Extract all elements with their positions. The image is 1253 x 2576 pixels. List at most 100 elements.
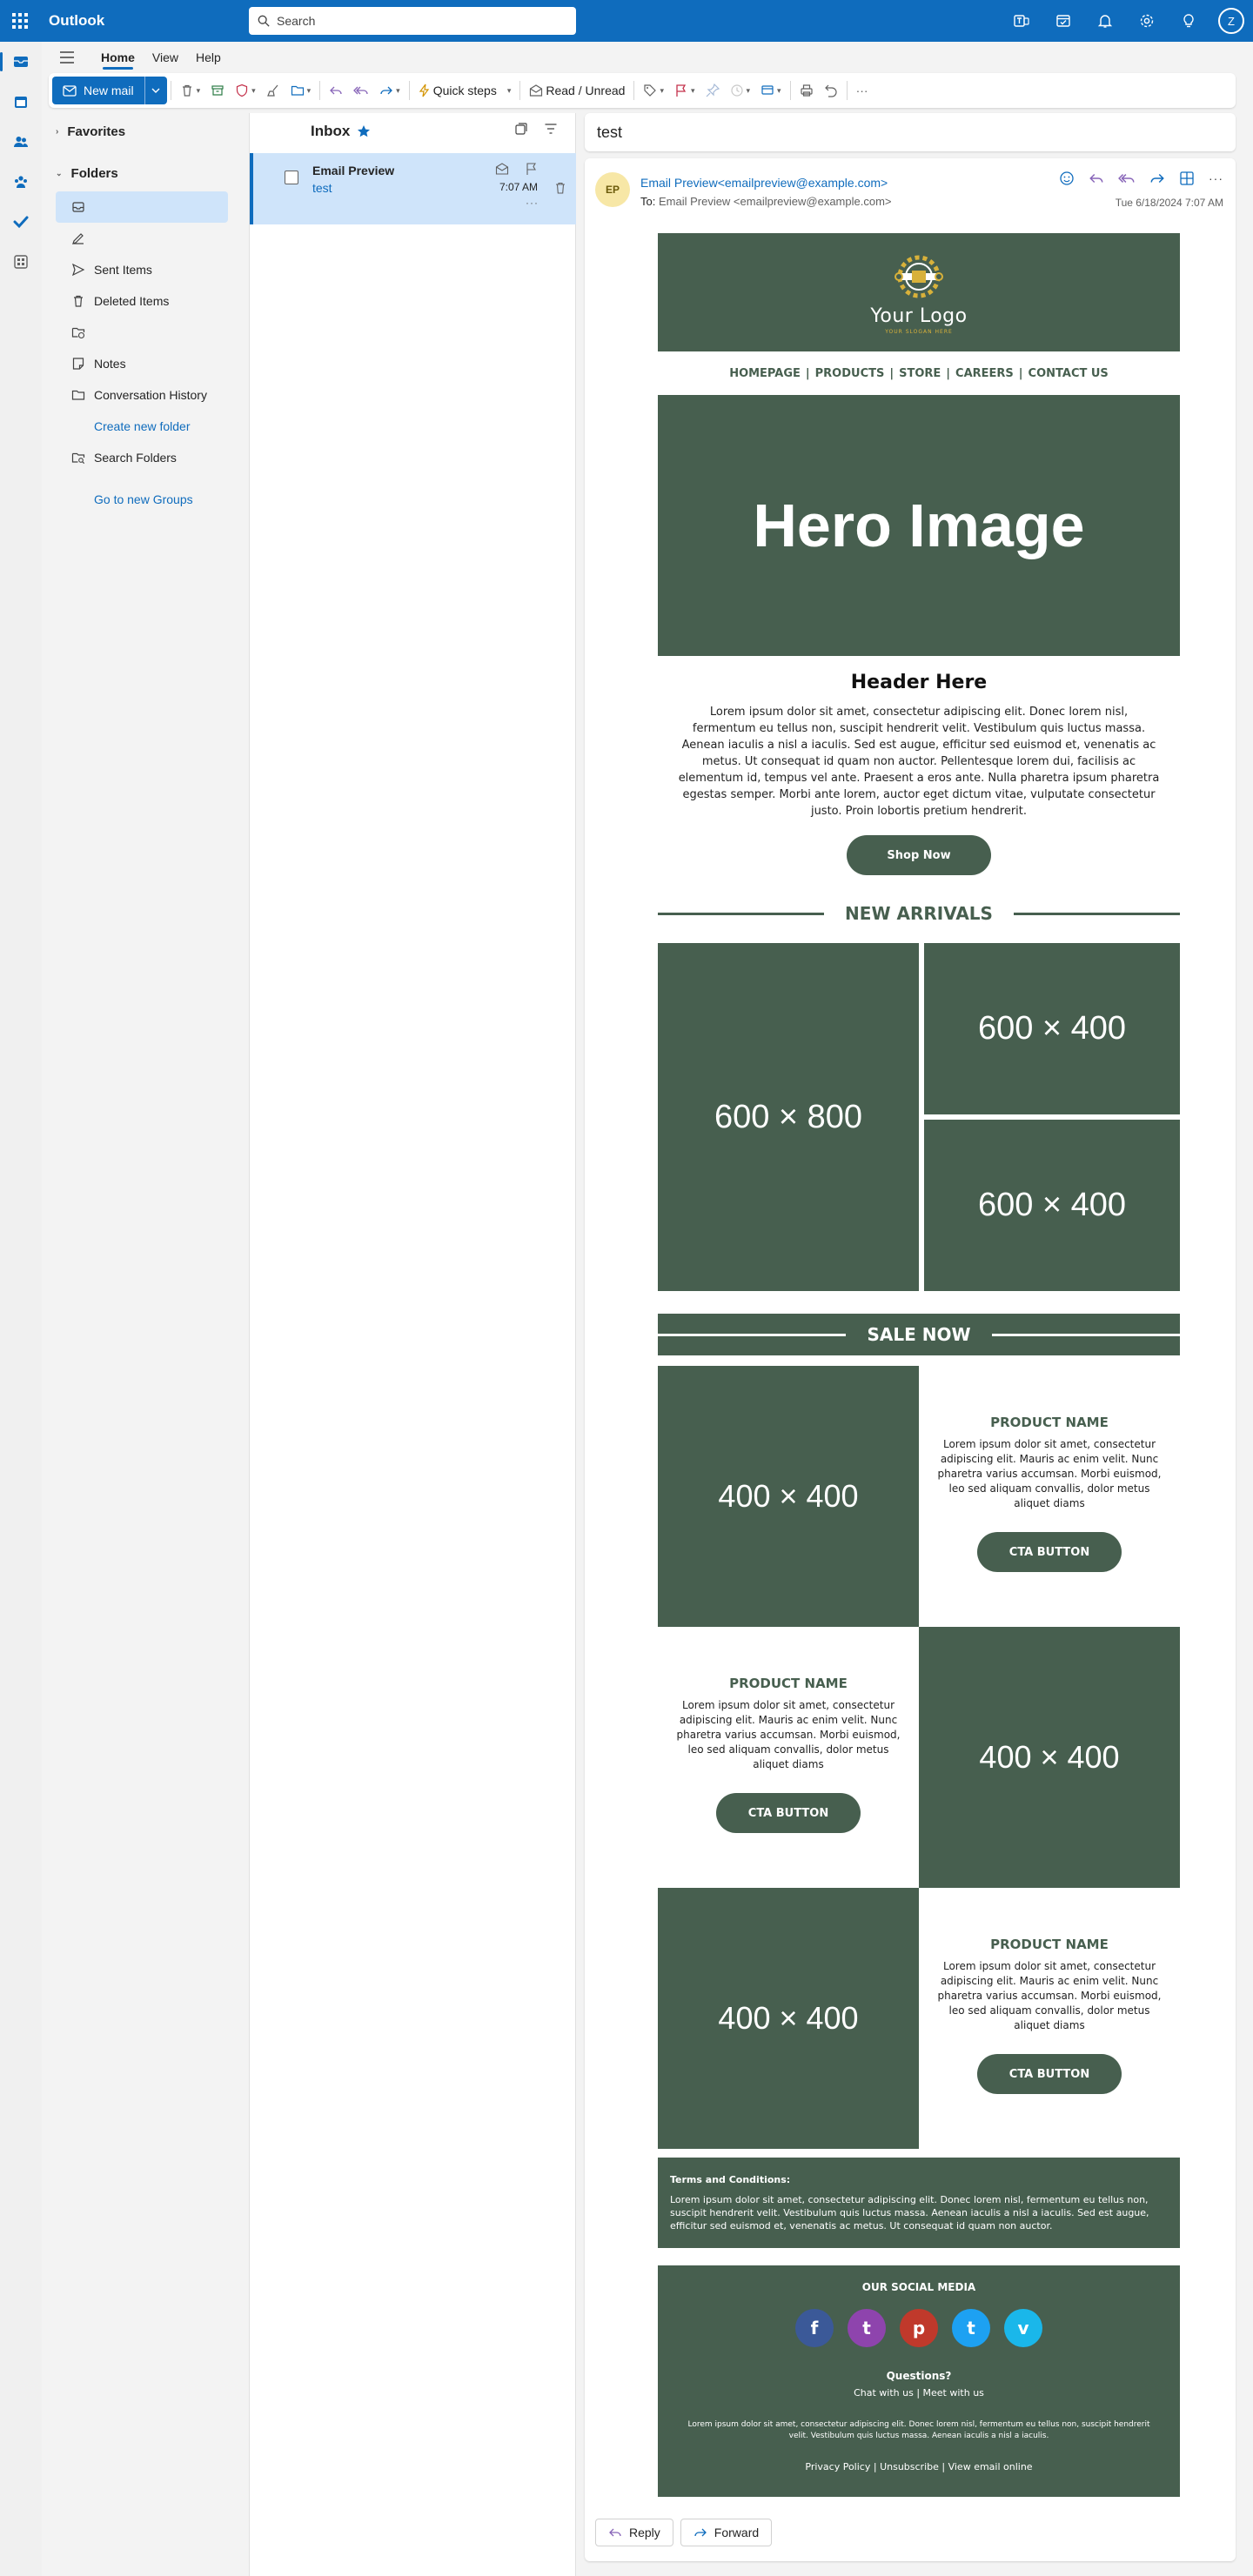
mark-unread-icon[interactable] [495, 162, 509, 176]
notifications-button[interactable] [1084, 0, 1126, 42]
more-commands-button[interactable]: ··· [851, 77, 874, 104]
rail-people[interactable] [0, 122, 42, 162]
nav-link-careers[interactable]: CAREERS [955, 367, 1014, 380]
move-to-button[interactable]: ▾ [285, 77, 317, 104]
cta-button[interactable]: CTA BUTTON [716, 1793, 861, 1833]
tab-help[interactable]: Help [187, 42, 230, 73]
product-image[interactable]: 400 × 400 [658, 1366, 919, 1627]
nav-link-homepage[interactable]: HOMEPAGE [729, 367, 801, 380]
folder-search-folders[interactable]: Search Folders [49, 442, 237, 473]
quick-steps-button[interactable]: Quick steps [413, 77, 502, 104]
trash-icon[interactable] [553, 181, 567, 195]
folder-deleted-items[interactable]: Deleted Items [49, 285, 237, 317]
snooze-button[interactable]: ▾ [725, 77, 756, 104]
twitter-icon[interactable]: t [952, 2309, 990, 2347]
chat-link[interactable]: Chat with us [854, 2387, 914, 2399]
reply-icon[interactable] [1089, 171, 1104, 186]
rules-button[interactable]: ▾ [755, 77, 787, 104]
star-icon[interactable] [357, 124, 371, 138]
nav-toggle-button[interactable] [42, 51, 92, 64]
message-more-button[interactable]: ··· [526, 197, 539, 209]
new-mail-button[interactable]: New mail [52, 77, 144, 104]
favorites-header[interactable]: › Favorites [49, 113, 237, 150]
flag-icon[interactable] [525, 162, 539, 176]
apps-grid-icon[interactable] [1179, 171, 1195, 186]
print-button[interactable] [794, 77, 819, 104]
categorize-button[interactable]: ▾ [638, 77, 669, 104]
arrival-image-large[interactable]: 600 × 800 [658, 943, 919, 1291]
message-item[interactable]: Email Preview test 7:07 AM ··· [250, 153, 576, 224]
folder-sent-items[interactable]: Sent Items [49, 254, 237, 285]
product-image[interactable]: 400 × 400 [919, 1627, 1180, 1888]
archive-button[interactable] [205, 77, 230, 104]
unsubscribe-link[interactable]: Unsubscribe [880, 2461, 939, 2472]
reply-button[interactable] [324, 77, 348, 104]
search-box[interactable] [249, 7, 576, 35]
folder-inbox[interactable] [56, 191, 228, 223]
app-launcher-button[interactable] [0, 0, 40, 42]
cta-button[interactable]: CTA BUTTON [977, 2054, 1122, 2094]
tips-button[interactable] [1168, 0, 1209, 42]
product-description: Lorem ipsum dolor sit amet, consectetur … [937, 1960, 1162, 2031]
folders-header[interactable]: ⌄ Folders [49, 155, 237, 191]
search-input[interactable] [277, 14, 555, 28]
my-day-button[interactable] [1042, 0, 1084, 42]
create-new-folder-link[interactable]: Create new folder [49, 411, 237, 442]
delete-button[interactable]: ▾ [175, 77, 206, 104]
reply-all-icon[interactable] [1118, 171, 1136, 186]
undo-button[interactable] [819, 77, 843, 104]
settings-button[interactable] [1126, 0, 1168, 42]
read-unread-button[interactable]: Read / Unread [524, 77, 630, 104]
select-all-icon[interactable] [514, 122, 528, 136]
cta-button[interactable]: CTA BUTTON [977, 1532, 1122, 1572]
rail-mail[interactable] [0, 42, 42, 82]
product-image[interactable]: 400 × 400 [658, 1888, 919, 2149]
forward-button[interactable]: ▾ [374, 77, 405, 104]
teams-button[interactable] [1001, 0, 1042, 42]
quick-steps-dropdown[interactable]: ▾ [502, 77, 517, 104]
meet-link[interactable]: Meet with us [923, 2387, 984, 2399]
privacy-link[interactable]: Privacy Policy [805, 2461, 870, 2472]
message-checkbox[interactable] [285, 171, 298, 184]
sweep-button[interactable] [261, 77, 285, 104]
nav-link-contact[interactable]: CONTACT US [1029, 367, 1109, 380]
view-online-link[interactable]: View email online [948, 2461, 1033, 2472]
flag-button[interactable]: ▾ [669, 77, 700, 104]
filter-icon[interactable] [544, 122, 558, 136]
nav-link-store[interactable]: STORE [899, 367, 941, 380]
more-actions-icon[interactable]: ··· [1209, 171, 1223, 185]
nav-link-products[interactable]: PRODUCTS [815, 367, 885, 380]
arrival-image-small[interactable]: 600 × 400 [924, 1120, 1180, 1291]
rail-groups[interactable] [0, 162, 42, 202]
divider-line [1013, 912, 1180, 915]
smiley-icon[interactable] [1059, 171, 1075, 186]
new-mail-dropdown[interactable] [144, 77, 167, 104]
sender-address[interactable]: Email Preview<emailpreview@example.com> [640, 176, 888, 190]
reply-footer-button[interactable]: Reply [595, 2519, 673, 2546]
forward-footer-button[interactable]: Forward [680, 2519, 773, 2546]
folder-notes[interactable]: Notes [49, 348, 237, 379]
facebook-icon[interactable]: f [795, 2309, 834, 2347]
forward-icon[interactable] [1149, 171, 1165, 186]
sender-avatar[interactable]: EP [595, 172, 630, 207]
pinterest-icon[interactable]: p [900, 2309, 938, 2347]
rail-todo[interactable] [0, 202, 42, 242]
tab-view[interactable]: View [144, 42, 187, 73]
app-title[interactable]: Outlook [40, 12, 249, 30]
reply-all-button[interactable] [348, 77, 374, 104]
account-avatar[interactable]: Z [1218, 8, 1244, 34]
rail-calendar[interactable] [0, 82, 42, 122]
folder-drafts[interactable] [49, 223, 237, 254]
tab-home[interactable]: Home [92, 42, 144, 73]
recipient-address[interactable]: Email Preview <emailpreview@example.com> [659, 195, 892, 208]
pin-button[interactable] [700, 77, 725, 104]
shop-now-button[interactable]: Shop Now [847, 835, 991, 875]
folder-conversation-history[interactable]: Conversation History [49, 379, 237, 411]
folder-archive[interactable] [49, 317, 237, 348]
twitch-icon[interactable]: t [848, 2309, 886, 2347]
go-to-groups-link[interactable]: Go to new Groups [49, 484, 237, 515]
vimeo-icon[interactable]: v [1004, 2309, 1042, 2347]
arrival-image-small[interactable]: 600 × 400 [924, 943, 1180, 1114]
rail-apps[interactable] [0, 242, 42, 282]
report-button[interactable]: ▾ [230, 77, 261, 104]
